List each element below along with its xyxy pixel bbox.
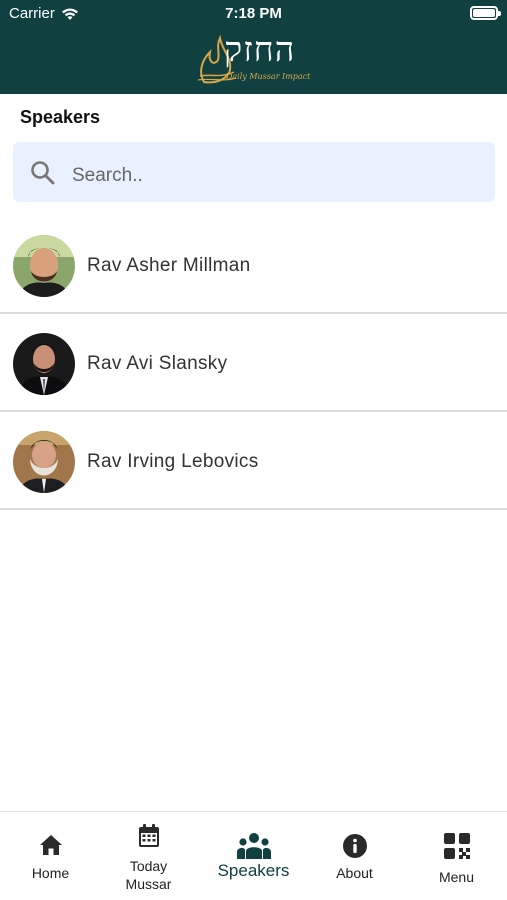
speakers-icon [236,833,271,859]
speaker-name: Rav Asher Millman [87,255,251,276]
app-header: Carrier 7:18 PM החזק Daily Mussar Impact [0,0,507,94]
speaker-row-irving-lebovics[interactable]: Rav Irving Lebovics [0,412,507,510]
page-title: Speakers [20,107,101,127]
tab-label: Menu [438,869,475,885]
search-icon [31,161,55,185]
avatar [13,235,75,297]
tab-speakers[interactable]: Speakers [203,812,304,900]
tab-menu[interactable]: Menu [406,812,507,900]
tab-label: Speakers [217,861,290,880]
avatar [13,431,75,493]
logo-subtitle: Daily Mussar Impact [226,72,311,81]
avatar [13,333,75,395]
speaker-list: Rav Asher Millman Rav Avi Slansky Rav Ir… [0,216,507,510]
speaker-row-asher-millman[interactable]: Rav Asher Millman [0,216,507,314]
home-icon [39,835,62,855]
tab-today-mussar[interactable]: Today Mussar [98,812,199,900]
app-logo: החזק Daily Mussar Impact [196,30,314,88]
speaker-name: Rav Avi Slansky [87,353,228,374]
speaker-row-avi-slansky[interactable]: Rav Avi Slansky [0,314,507,412]
tab-label: About [336,865,373,881]
bottom-tab-bar: Home Today Mussar Speakers About Menu [0,811,507,900]
qr-menu-icon [443,833,470,859]
tab-home[interactable]: Home [0,812,101,900]
search-input[interactable] [72,163,472,189]
battery-icon [470,6,501,20]
tab-label: Home [31,865,70,881]
calendar-icon [138,824,159,847]
logo-hebrew-text: החזק [224,30,296,70]
tab-label: Today Mussar [125,858,172,892]
info-icon [342,834,367,858]
status-bar: Carrier 7:18 PM [0,0,507,28]
clock: 7:18 PM [225,5,282,22]
speaker-name: Rav Irving Lebovics [87,451,259,472]
tab-about[interactable]: About [304,812,405,900]
